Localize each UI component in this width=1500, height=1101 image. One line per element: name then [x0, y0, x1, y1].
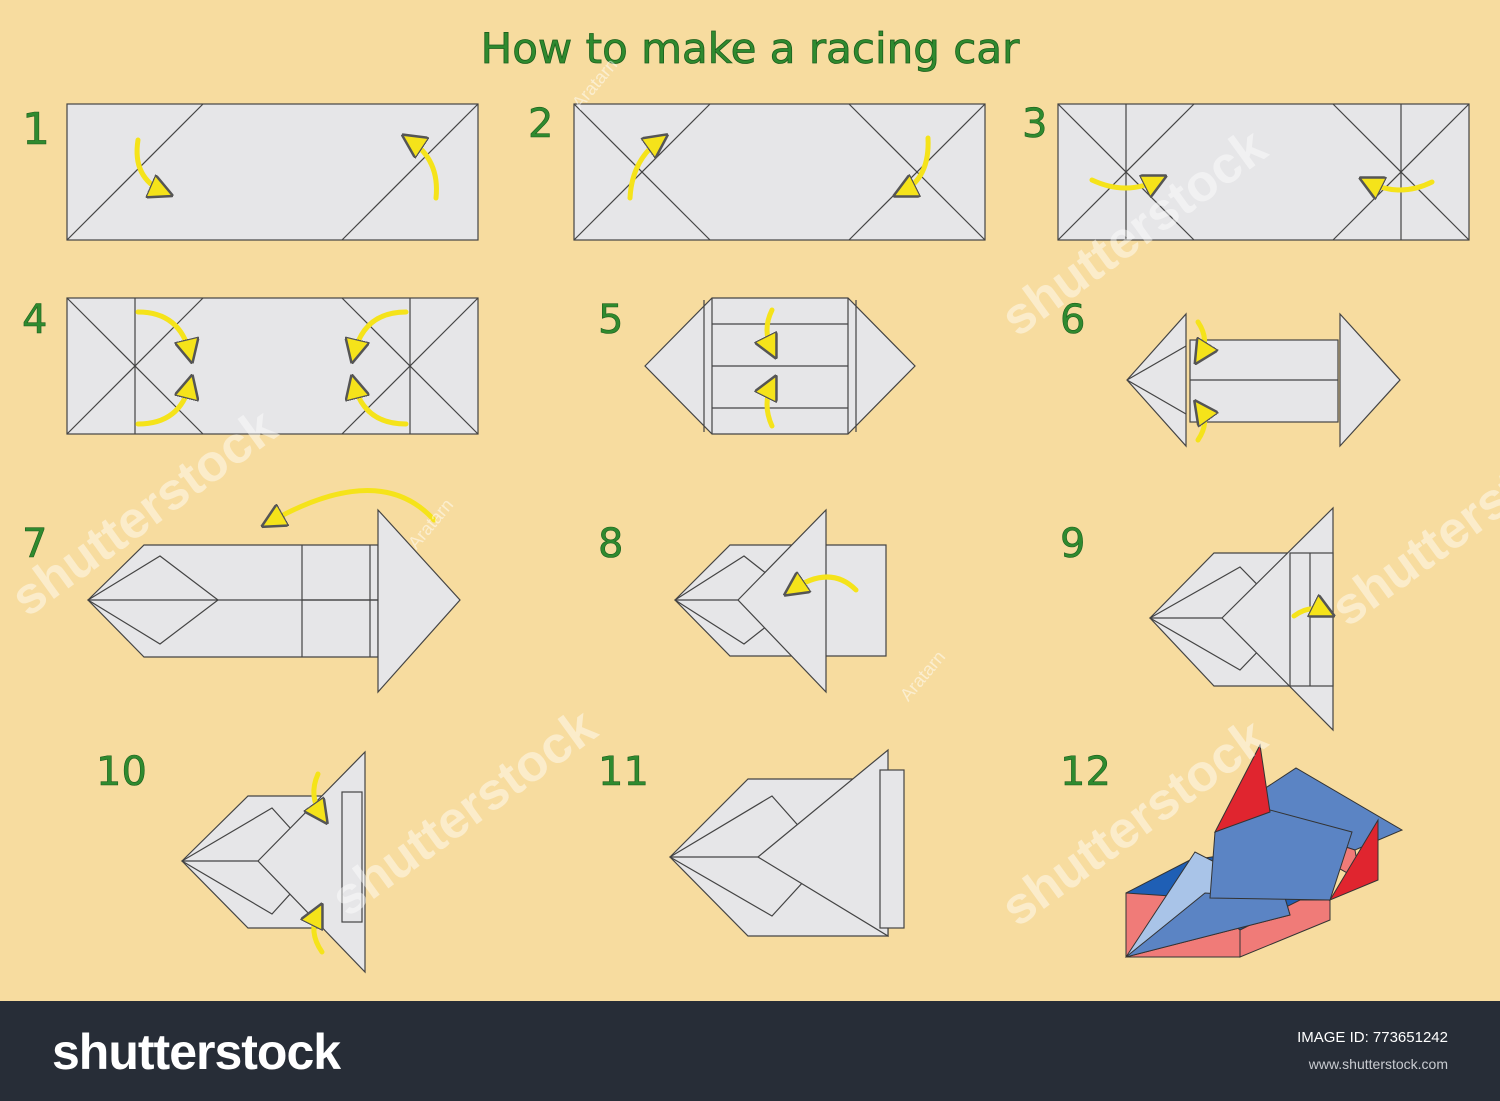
- step-3-paper: [1057, 103, 1470, 241]
- step-1-paper: [66, 103, 479, 241]
- origami-diagram: [66, 103, 1470, 974]
- fold-arrow-icon: [270, 488, 437, 522]
- step-10-paper: [180, 750, 366, 974]
- site-url: www.shutterstock.com: [1308, 1056, 1448, 1072]
- step-8-paper: [673, 508, 887, 694]
- footer: shutterstock IMAGE ID: 773651242 www.shu…: [0, 1001, 1500, 1101]
- step-11-paper: [668, 748, 905, 938]
- image-id: IMAGE ID: 773651242: [1297, 1029, 1448, 1046]
- step-4-paper: [66, 297, 479, 435]
- step-7-paper: [86, 508, 461, 694]
- step-6-paper: [1126, 312, 1401, 448]
- step-9-paper: [1148, 506, 1334, 732]
- footer-logo: shutterstock: [52, 1024, 341, 1080]
- step-12-racing-car: [1124, 743, 1404, 958]
- step-5-paper: [644, 297, 916, 435]
